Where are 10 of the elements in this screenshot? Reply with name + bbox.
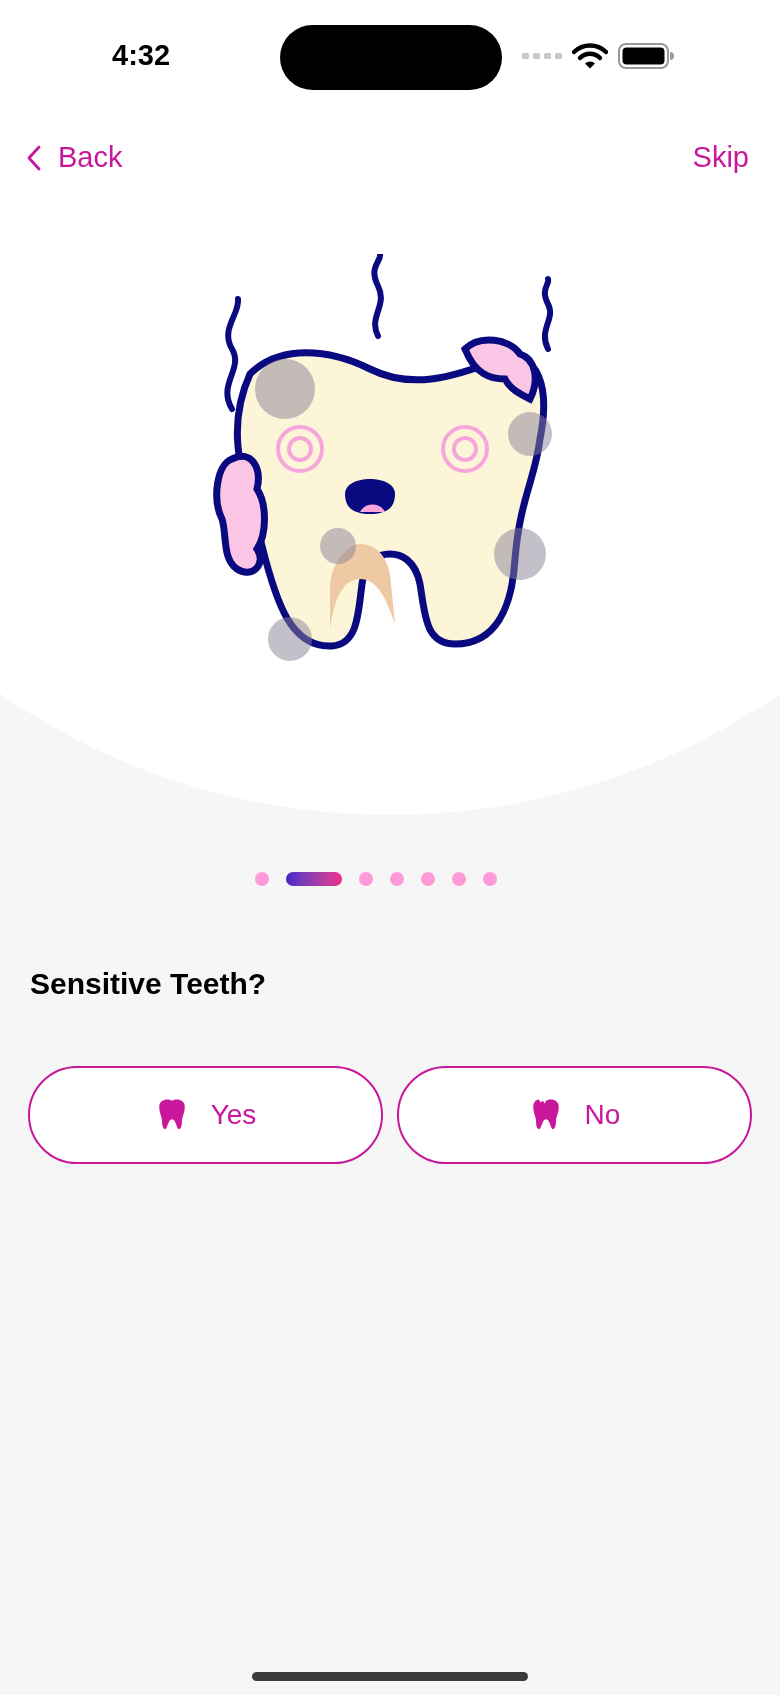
back-button[interactable]: Back (26, 136, 123, 180)
skip-button[interactable]: Skip (692, 136, 749, 180)
wifi-icon (572, 43, 608, 69)
status-time: 4:32 (112, 38, 172, 74)
answer-button[interactable]: Yes (28, 1066, 383, 1164)
battery-icon (618, 43, 674, 69)
chevron-left-icon (26, 145, 42, 171)
answer-button[interactable]: No (397, 1066, 752, 1164)
signal-icon (522, 52, 562, 60)
question-title: Sensitive Teeth? (29, 966, 268, 1002)
